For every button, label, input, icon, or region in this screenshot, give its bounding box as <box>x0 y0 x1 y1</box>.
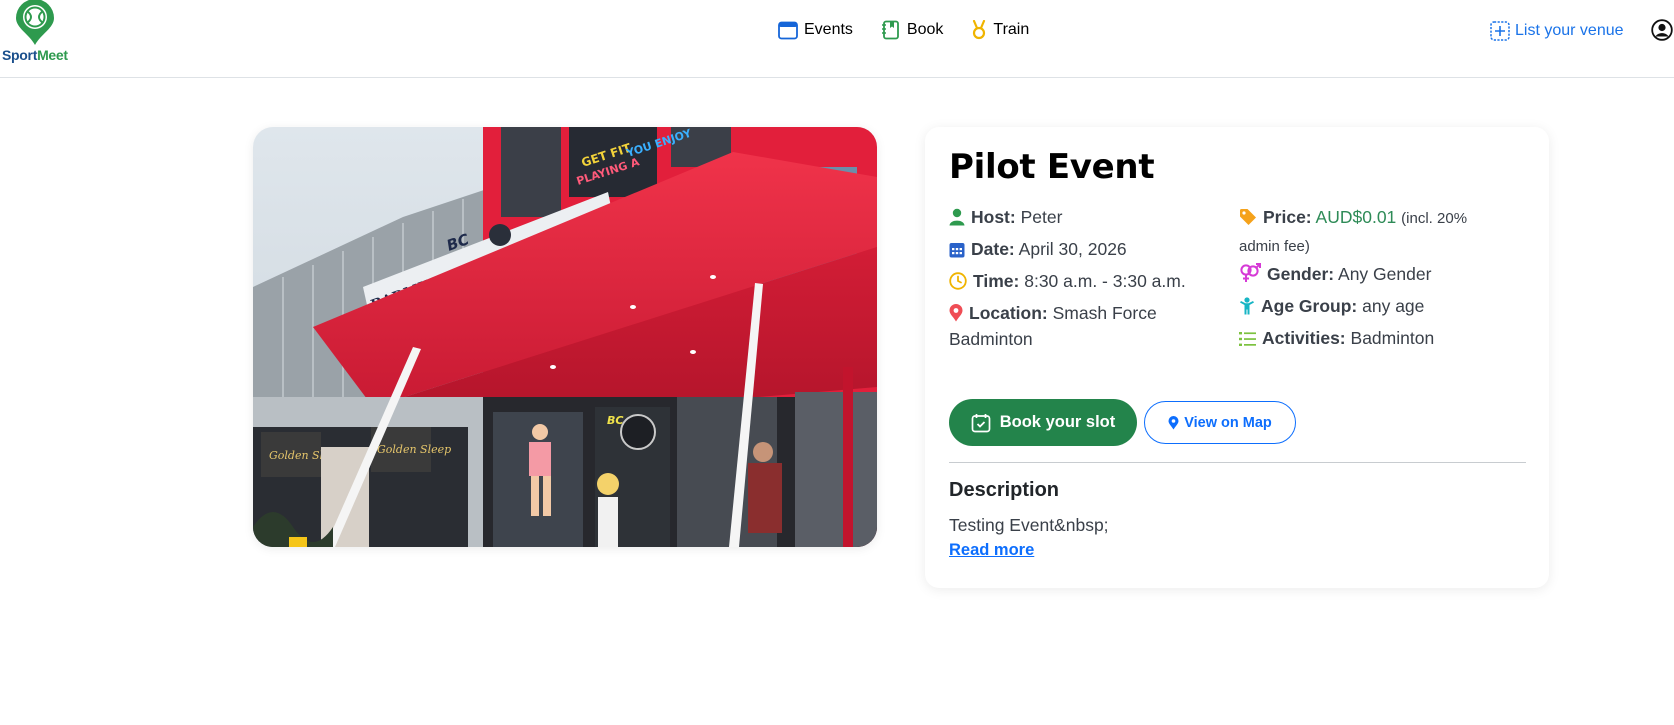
venue-storefront-illustration: GET FIT PLAYING A YOU ENJOY BADMINTON AN… <box>253 127 877 547</box>
view-map-button[interactable]: View on Map <box>1144 401 1296 444</box>
clock-icon <box>949 272 967 290</box>
event-details-card: Pilot Event Host: Peter Date: April 30, … <box>925 127 1549 588</box>
event-venue-photo: GET FIT PLAYING A YOU ENJOY BADMINTON AN… <box>253 127 877 547</box>
nav-events[interactable]: Events <box>778 20 853 40</box>
activities-value: Badminton <box>1350 328 1435 348</box>
plus-square-icon <box>1490 21 1510 41</box>
price-label: Price: <box>1263 207 1312 227</box>
host-label: Host: <box>971 207 1016 227</box>
tag-icon <box>1240 209 1256 225</box>
list-icon <box>1239 332 1256 346</box>
time-label: Time: <box>973 271 1020 291</box>
calendar-grid-icon <box>949 243 965 258</box>
map-pin-icon <box>949 304 963 322</box>
read-more-link[interactable]: Read more <box>949 541 1034 560</box>
time-row: Time: 8:30 a.m. - 3:30 a.m. <box>949 268 1186 294</box>
age-label: Age Group: <box>1261 296 1358 316</box>
user-circle-icon[interactable] <box>1651 19 1673 41</box>
brand-name-sport: Sport <box>2 47 38 63</box>
brand-logo[interactable]: SportMeet <box>2 0 72 64</box>
book-slot-label: Book your slot <box>999 413 1116 431</box>
calendar-icon <box>778 21 798 40</box>
age-value: any age <box>1362 296 1425 316</box>
gender-value: Any Gender <box>1338 264 1432 284</box>
description-text: Testing Event&nbsp; <box>949 515 1109 535</box>
event-title: Pilot Event <box>949 147 1155 187</box>
main-nav: Events Book Train <box>778 20 1029 40</box>
top-navbar: SportMeet Events Book Train List your ve… <box>0 0 1674 78</box>
price-row: Price: AUD$0.01 (incl. 20% admin fee) <box>1239 204 1499 260</box>
date-row: Date: April 30, 2026 <box>949 236 1127 262</box>
list-venue-label: List your venue <box>1515 22 1624 39</box>
view-map-label: View on Map <box>1184 414 1272 431</box>
journal-icon <box>881 20 899 40</box>
time-value: 8:30 a.m. - 3:30 a.m. <box>1024 271 1186 291</box>
gender-icon <box>1240 263 1261 282</box>
person-icon <box>949 208 965 226</box>
svg-text:Golden Sleep: Golden Sleep <box>377 443 451 456</box>
host-value: Peter <box>1020 207 1063 227</box>
activities-label: Activities: <box>1262 328 1346 348</box>
gender-label: Gender: <box>1267 264 1335 284</box>
price-value: AUD$0.01 <box>1315 207 1397 227</box>
nav-book[interactable]: Book <box>881 20 943 40</box>
activities-row: Activities: Badminton <box>1239 325 1434 351</box>
svg-text:BC: BC <box>607 414 623 427</box>
medal-icon <box>973 20 986 40</box>
section-divider <box>949 462 1526 463</box>
age-row: Age Group: any age <box>1239 293 1424 319</box>
location-row: Location: Smash Force Badminton <box>949 300 1209 352</box>
gender-row: Gender: Any Gender <box>1239 261 1431 287</box>
host-row: Host: Peter <box>949 204 1062 230</box>
date-label: Date: <box>971 239 1015 259</box>
ball-pin-icon <box>16 0 54 45</box>
nav-train[interactable]: Train <box>971 20 1029 40</box>
nav-book-label: Book <box>906 21 944 38</box>
child-icon <box>1240 297 1254 315</box>
date-value: April 30, 2026 <box>1018 239 1127 259</box>
nav-train-label: Train <box>993 21 1030 38</box>
location-label: Location: <box>969 303 1048 323</box>
description-heading: Description <box>949 479 1060 501</box>
book-slot-button[interactable]: Book your slot <box>949 399 1137 446</box>
nav-events-label: Events <box>804 21 853 38</box>
brand-name: SportMeet <box>2 47 68 63</box>
list-venue-link[interactable]: List your venue <box>1490 21 1624 41</box>
map-marker-icon <box>1168 415 1179 429</box>
brand-name-meet: Meet <box>37 47 68 63</box>
calendar-check-icon <box>971 413 991 432</box>
